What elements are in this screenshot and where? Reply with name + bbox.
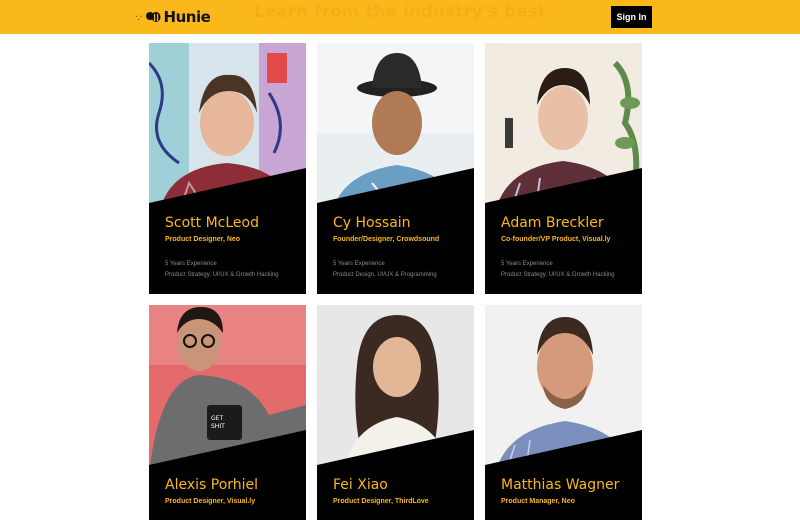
- mentor-card[interactable]: Matthias Wagner Product Manager, Neo: [485, 305, 642, 520]
- bee-icon: [145, 10, 161, 24]
- mentor-name: Matthias Wagner: [501, 477, 620, 493]
- sign-in-button[interactable]: Sign In: [611, 6, 652, 28]
- mentor-skills: Product Design, UI/UX & Programming: [333, 272, 437, 278]
- top-bar: ·.· Hunie Learn from the industry's best…: [0, 0, 800, 34]
- mentor-card[interactable]: Fei Xiao Product Designer, ThirdLove: [317, 305, 474, 520]
- mentor-card[interactable]: Cy Hossain Founder/Designer, Crowdsound …: [317, 43, 474, 294]
- mentor-role: Product Manager, Neo: [501, 498, 575, 505]
- mentor-name: Cy Hossain: [333, 215, 411, 231]
- logo[interactable]: ·.· Hunie: [135, 4, 211, 30]
- mentor-role: Founder/Designer, Crowdsound: [333, 236, 440, 243]
- mentor-name: Alexis Porhiel: [165, 477, 259, 493]
- mentor-name: Fei Xiao: [333, 477, 388, 493]
- svg-text:SHIT: SHIT: [211, 423, 225, 430]
- mentor-skills: Product Strategy, UI/UX & Growth Hacking: [165, 272, 279, 278]
- svg-text:GET: GET: [211, 415, 223, 422]
- mentor-skills: Product Strategy, UI/UX & Growth Hacking: [501, 272, 615, 278]
- mentor-experience: 5 Years Experience: [333, 261, 385, 267]
- page-tagline: Learn from the industry's best: [253, 2, 547, 22]
- logo-dots: ·.·: [135, 11, 142, 23]
- mentor-role: Co-founder/VP Product, Visual.ly: [501, 236, 611, 243]
- mentor-name: Scott McLeod: [165, 215, 259, 231]
- mentor-experience: 5 Years Experience: [165, 261, 217, 267]
- mentor-card[interactable]: Scott McLeod Product Designer, Neo 5 Yea…: [149, 43, 306, 294]
- mentor-card[interactable]: GET SHIT Alexis Porhiel Product Designer…: [149, 305, 306, 520]
- mentor-card[interactable]: Adam Breckler Co-founder/VP Product, Vis…: [485, 43, 642, 294]
- logo-text: Hunie: [163, 8, 211, 26]
- mentor-grid: Scott McLeod Product Designer, Neo 5 Yea…: [149, 43, 642, 520]
- mentor-role: Product Designer, ThirdLove: [333, 498, 429, 505]
- mentor-role: Product Designer, Neo: [165, 236, 241, 243]
- mentor-experience: 5 Years Experience: [501, 261, 553, 267]
- mentor-role: Product Designer, Visual.ly: [165, 498, 256, 505]
- mentor-name: Adam Breckler: [501, 215, 604, 231]
